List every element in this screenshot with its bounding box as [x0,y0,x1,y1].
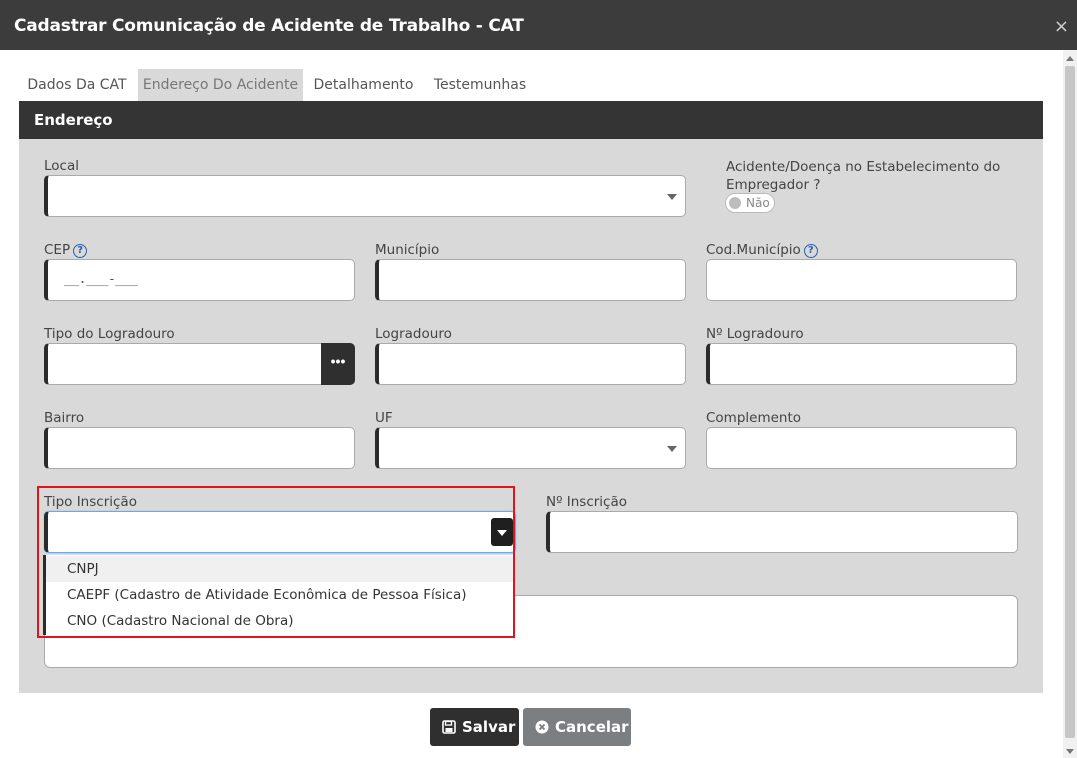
close-icon[interactable]: × [1054,16,1069,37]
tipo-inscricao-label: Tipo Inscrição [44,494,137,510]
num-inscricao-label: Nº Inscrição [546,494,627,510]
tab-endereco-do-acidente[interactable]: Endereço Do Acidente [138,69,303,101]
uf-select[interactable] [375,427,686,469]
toggle-knob [729,197,741,209]
municipio-label: Município [375,242,440,258]
help-icon[interactable]: ? [803,244,818,258]
option-cnpj[interactable]: CNPJ [46,556,513,582]
save-button-label: Salvar [462,718,516,736]
estabelecimento-toggle[interactable]: Não [725,193,775,213]
cancel-button-label: Cancelar [555,718,629,736]
dialog-titlebar: Cadastrar Comunicação de Acidente de Tra… [0,0,1077,50]
cep-input[interactable]: __.___-___ [44,259,355,301]
num-logradouro-label: Nº Logradouro [706,326,804,342]
tab-testemunhas[interactable]: Testemunhas [424,69,536,101]
cod-municipio-label-text: Cod.Município [706,242,801,258]
num-inscricao-input[interactable] [546,511,1018,553]
scroll-down-arrow[interactable] [1066,749,1074,754]
dialog-title: Cadastrar Comunicação de Acidente de Tra… [14,16,524,36]
tipo-logradouro-input[interactable]: ••• [44,343,355,385]
cancel-circle-icon [535,720,549,734]
scroll-up-arrow[interactable] [1066,56,1074,61]
municipio-input[interactable] [375,259,686,301]
save-button[interactable]: Salvar [430,708,519,746]
tipo-logradouro-label: Tipo do Logradouro [44,326,175,342]
tipo-inscricao-options: CNPJ CAEPF (Cadastro de Atividade Econôm… [43,555,513,635]
section-title: Endereço [19,101,1043,139]
logradouro-label: Logradouro [375,326,452,342]
estabelecimento-label: Acidente/Doença no Estabelecimento do Em… [726,159,1001,193]
help-icon[interactable]: ? [73,244,88,258]
chevron-down-icon [497,530,507,536]
cep-label-text: CEP [44,242,71,258]
local-label: Local [44,158,79,174]
more-options-button[interactable]: ••• [321,343,355,385]
chevron-down-icon [667,194,677,200]
num-logradouro-input[interactable] [706,343,1017,385]
chevron-down-icon [667,446,677,452]
bairro-label: Bairro [44,410,85,426]
tab-dados-da-cat[interactable]: Dados Da CAT [19,69,135,101]
option-cno[interactable]: CNO (Cadastro Nacional de Obra) [46,608,513,634]
complemento-label: Complemento [706,410,802,426]
local-select[interactable] [44,175,686,217]
cod-municipio-input[interactable] [706,259,1017,301]
dropdown-toggle-button[interactable] [491,518,513,546]
floppy-disk-icon [442,720,456,734]
toggle-label: Não [746,196,770,210]
uf-label: UF [375,410,393,426]
scroll-thumb[interactable] [1065,66,1075,738]
complemento-input[interactable] [706,427,1017,469]
tab-detalhamento[interactable]: Detalhamento [307,69,420,101]
cancel-button[interactable]: Cancelar [523,708,631,746]
cep-label: CEP? [44,242,88,258]
option-caepf[interactable]: CAEPF (Cadastro de Atividade Econômica d… [46,582,513,608]
bairro-input[interactable] [44,427,355,469]
cep-mask: __.___-___ [64,272,138,287]
tipo-inscricao-select[interactable] [44,511,516,553]
cod-municipio-label: Cod.Município? [706,242,818,258]
vertical-scrollbar[interactable] [1063,50,1077,758]
logradouro-input[interactable] [375,343,686,385]
